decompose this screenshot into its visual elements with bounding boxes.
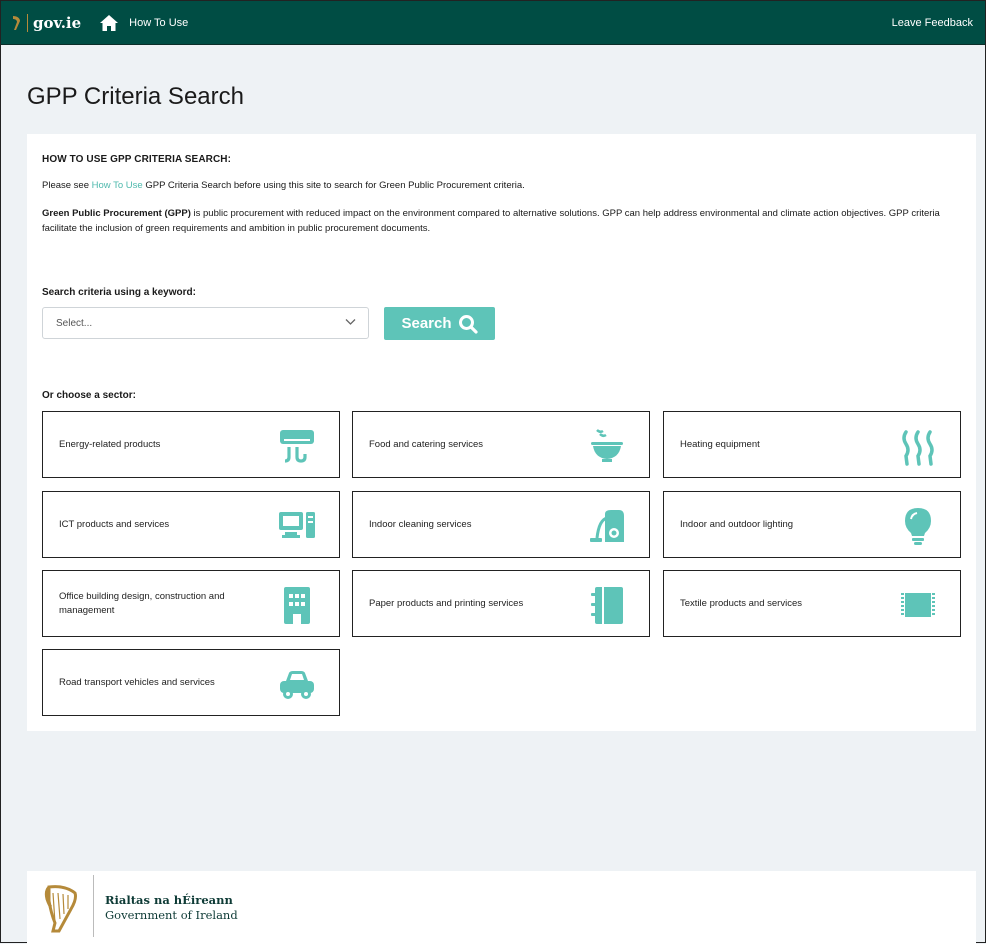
sector-tile-label: Paper products and printing services	[369, 597, 524, 609]
keyword-select[interactable]: Select...	[42, 307, 369, 339]
sector-tile-label: Food and catering services	[369, 438, 484, 450]
sector-tile-office-building-design[interactable]: Office building design, construction and…	[42, 570, 340, 637]
gov-ie-logo-text: gov.ie	[33, 13, 82, 32]
heat-waves-icon	[902, 430, 934, 466]
intro-how-to-use-link[interactable]: How To Use	[92, 180, 143, 191]
how-to-use-link[interactable]: How To Use	[129, 17, 188, 29]
car-icon	[280, 671, 314, 699]
intro-line: Please see How To Use GPP Criteria Searc…	[42, 180, 525, 191]
footer: Rialtas na hÉireann Government of Irelan…	[27, 871, 976, 944]
notebook-icon	[591, 587, 623, 624]
top-navigation-bar: gov.ie How To Use Leave Feedback	[1, 1, 985, 45]
chevron-down-icon	[345, 319, 356, 325]
sector-tile-energy-related-products[interactable]: Energy-related products	[42, 411, 340, 478]
search-icon	[458, 314, 478, 334]
sector-label: Or choose a sector:	[42, 390, 136, 401]
sector-tile-paper-products-and-printing[interactable]: Paper products and printing services	[352, 570, 650, 637]
sector-tile-indoor-cleaning-services[interactable]: Indoor cleaning services	[352, 491, 650, 558]
sector-tile-label: Road transport vehicles and services	[59, 676, 215, 688]
home-icon[interactable]	[99, 14, 119, 32]
textile-icon	[901, 593, 935, 617]
government-name-irish: Rialtas na hÉireann	[105, 893, 233, 907]
food-bowl-icon	[591, 429, 623, 462]
keyword-select-placeholder: Select...	[56, 317, 93, 329]
sector-tile-food-and-catering-services[interactable]: Food and catering services	[352, 411, 650, 478]
harp-icon	[13, 15, 20, 30]
sector-tile-label: Energy-related products	[59, 438, 161, 450]
sector-tile-label: ICT products and services	[59, 518, 170, 530]
intro-suffix: GPP Criteria Search before using this si…	[142, 180, 525, 191]
office-building-icon	[284, 587, 310, 624]
gpp-description: Green Public Procurement (GPP) is public…	[42, 207, 967, 236]
search-button-label: Search	[401, 315, 452, 332]
footer-divider	[93, 875, 94, 937]
sector-tile-label: Indoor and outdoor lighting	[680, 518, 794, 530]
lightbulb-icon	[905, 508, 931, 545]
main-card: HOW TO USE GPP CRITERIA SEARCH: Please s…	[27, 134, 976, 731]
how-to-use-heading: HOW TO USE GPP CRITERIA SEARCH:	[42, 154, 232, 165]
sector-tile-heating-equipment[interactable]: Heating equipment	[663, 411, 961, 478]
government-name-english: Government of Ireland	[105, 908, 238, 922]
leave-feedback-link[interactable]: Leave Feedback	[892, 17, 973, 29]
page-title: GPP Criteria Search	[27, 83, 244, 110]
sector-tile-ict-products-and-services[interactable]: ICT products and services	[42, 491, 340, 558]
sector-tile-label: Office building design, construction and…	[59, 590, 225, 616]
gpp-term: Green Public Procurement (GPP)	[42, 208, 191, 219]
logo-divider	[27, 13, 28, 32]
sector-tile-label: Indoor cleaning services	[369, 518, 472, 530]
sector-tile-road-transport-vehicles[interactable]: Road transport vehicles and services	[42, 649, 340, 716]
vacuum-cleaner-icon	[590, 510, 624, 542]
sector-tile-indoor-and-outdoor-lighting[interactable]: Indoor and outdoor lighting	[663, 491, 961, 558]
sector-tile-label: Textile products and services	[680, 597, 802, 609]
gov-ie-logo[interactable]: gov.ie	[11, 13, 82, 32]
sector-tile-textile-products-and-services[interactable]: Textile products and services	[663, 570, 961, 637]
search-label: Search criteria using a keyword:	[42, 287, 196, 298]
sector-tile-label: Heating equipment	[680, 438, 760, 450]
air-conditioner-icon	[280, 430, 314, 463]
search-button[interactable]: Search	[384, 307, 495, 340]
intro-prefix: Please see	[42, 180, 92, 191]
harp-emblem-icon	[44, 885, 77, 933]
computer-icon	[279, 512, 315, 538]
